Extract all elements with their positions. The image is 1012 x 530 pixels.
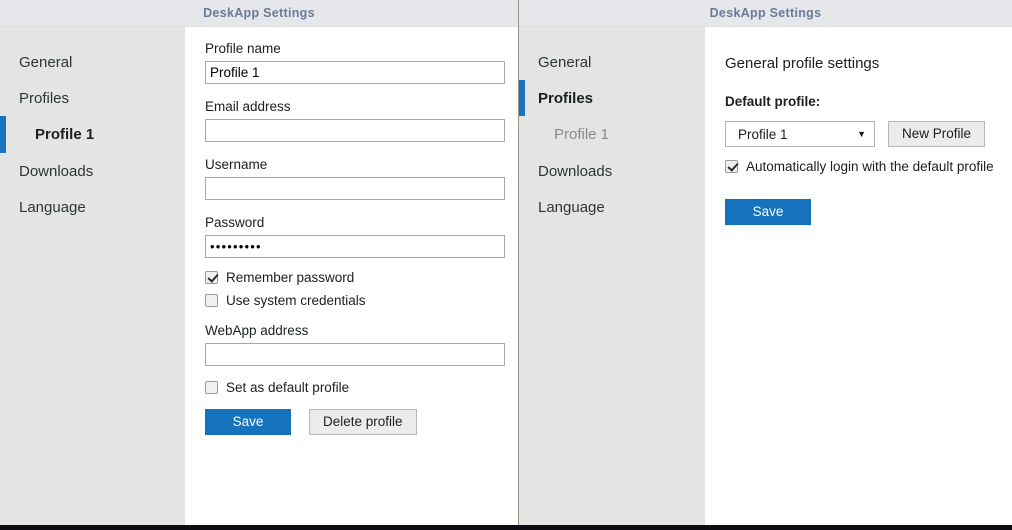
- default-profile-select[interactable]: Profile 1 ▼: [725, 121, 875, 147]
- sidebar-item-label: Language: [19, 198, 86, 216]
- window-title-right: DeskApp Settings: [709, 6, 822, 20]
- general-profile-settings-pane: General profile settings Default profile…: [705, 27, 1012, 525]
- sidebar-item-label: General: [19, 53, 73, 71]
- set-default-profile-checkbox[interactable]: [205, 381, 218, 394]
- remember-password-label: Remember password: [226, 270, 355, 285]
- sidebar-item-downloads[interactable]: Downloads: [519, 153, 705, 189]
- settings-window-right: DeskApp Settings General Profiles Profil…: [519, 0, 1012, 525]
- default-profile-selected-value: Profile 1: [738, 126, 788, 142]
- save-button[interactable]: Save: [725, 199, 811, 225]
- sidebar-item-label: Profile 1: [554, 126, 610, 143]
- sidebar-item-downloads[interactable]: Downloads: [0, 153, 185, 189]
- form-button-row: Save Delete profile: [205, 409, 417, 435]
- username-label: Username: [205, 157, 268, 172]
- sidebar-item-general[interactable]: General: [0, 44, 185, 80]
- sidebar-item-label: Profile 1: [35, 126, 95, 143]
- sidebar-item-general[interactable]: General: [519, 44, 705, 80]
- default-profile-row: Profile 1 ▼ New Profile: [725, 121, 1012, 147]
- delete-profile-button[interactable]: Delete profile: [309, 409, 417, 435]
- profile-name-label: Profile name: [205, 41, 281, 56]
- window-title-left: DeskApp Settings: [203, 6, 315, 20]
- auto-login-row[interactable]: Automatically login with the default pro…: [725, 156, 1012, 177]
- sidebar-item-language[interactable]: Language: [519, 189, 705, 225]
- email-input[interactable]: [205, 119, 505, 142]
- sidebar-item-label: Profiles: [19, 89, 70, 107]
- sidebar-item-language[interactable]: Language: [0, 189, 185, 225]
- window-body-right: General Profiles Profile 1 Downloads Lan…: [519, 27, 1012, 525]
- email-label: Email address: [205, 99, 291, 114]
- profile-name-input[interactable]: [205, 61, 505, 84]
- sidebar-item-profile-1[interactable]: Profile 1: [0, 116, 185, 153]
- field-email: Email address: [205, 99, 518, 142]
- titlebar-right: DeskApp Settings: [519, 0, 1012, 27]
- sidebar-item-label: Profiles: [538, 89, 594, 107]
- field-username: Username: [205, 157, 518, 200]
- sidebar-item-profiles[interactable]: Profiles: [0, 80, 185, 116]
- default-profile-label: Default profile:: [725, 94, 821, 109]
- auto-login-label: Automatically login with the default pro…: [746, 159, 994, 174]
- chevron-down-icon: ▼: [857, 129, 866, 139]
- profile-form-pane: Profile name Email address Username Pass…: [185, 27, 518, 525]
- sidebar-item-label: Language: [538, 198, 605, 216]
- sidebar-item-profiles[interactable]: Profiles: [519, 80, 705, 116]
- settings-window-left: DeskApp Settings General Profiles Profil…: [0, 0, 518, 525]
- use-system-credentials-row[interactable]: Use system credentials: [205, 290, 518, 311]
- page-title: General profile settings: [725, 55, 880, 72]
- set-default-profile-label: Set as default profile: [226, 380, 350, 395]
- webapp-address-label: WebApp address: [205, 323, 309, 338]
- window-body-left: General Profiles Profile 1 Downloads Lan…: [0, 27, 518, 525]
- use-system-credentials-checkbox[interactable]: [205, 294, 218, 307]
- set-default-profile-row[interactable]: Set as default profile: [205, 377, 518, 398]
- username-input[interactable]: [205, 177, 505, 200]
- field-profile-name: Profile name: [205, 41, 518, 84]
- desktop-footer-bar: [0, 525, 1012, 530]
- desktop-screen: DeskApp Settings General Profiles Profil…: [0, 0, 1012, 530]
- password-input[interactable]: [205, 235, 505, 258]
- remember-password-checkbox[interactable]: [205, 271, 218, 284]
- new-profile-button[interactable]: New Profile: [888, 121, 986, 147]
- webapp-address-input[interactable]: [205, 343, 505, 366]
- sidebar-item-profile-1[interactable]: Profile 1: [519, 116, 705, 153]
- password-label: Password: [205, 215, 265, 230]
- sidebar-item-label: Downloads: [538, 162, 613, 180]
- use-system-credentials-label: Use system credentials: [226, 293, 366, 308]
- sidebar-item-label: Downloads: [19, 162, 94, 180]
- field-webapp-address: WebApp address: [205, 323, 518, 366]
- field-password: Password: [205, 215, 518, 258]
- sidebar-item-label: General: [538, 53, 592, 71]
- window-divider: [518, 0, 519, 525]
- save-button[interactable]: Save: [205, 409, 291, 435]
- auto-login-checkbox[interactable]: [725, 160, 738, 173]
- titlebar-left: DeskApp Settings: [0, 0, 518, 27]
- sidebar-right: General Profiles Profile 1 Downloads Lan…: [519, 27, 705, 525]
- remember-password-row[interactable]: Remember password: [205, 267, 518, 288]
- sidebar-left: General Profiles Profile 1 Downloads Lan…: [0, 27, 185, 525]
